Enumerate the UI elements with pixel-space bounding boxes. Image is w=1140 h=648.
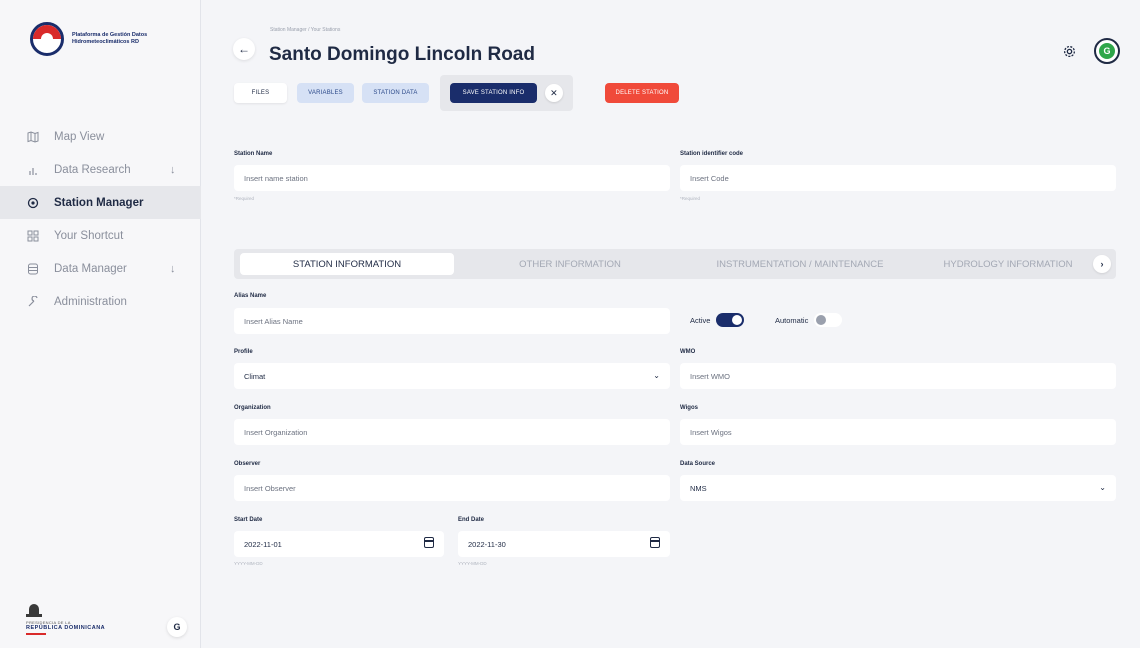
automatic-toggle[interactable] [814,313,843,327]
chevron-down-icon: ⌄ [653,371,660,380]
info-tabs: STATION INFORMATION OTHER INFORMATION IN… [234,249,1116,279]
back-arrow-icon[interactable]: ← [233,38,255,60]
data-source-select[interactable]: NMS ⌄ [680,475,1116,501]
observer-input[interactable]: Insert Observer [234,475,670,501]
theme-toggle-button[interactable]: G [167,617,187,637]
sidebar-item-label: Data Manager [54,262,127,275]
bar-chart-icon [27,164,39,176]
footer-title: REPÚBLICA DOMINICANA [26,625,106,631]
automatic-toggle-group: Automatic [775,313,843,327]
sidebar: Plataforma de Gestión Datos Hidrometeocl… [0,0,201,648]
profile-select[interactable]: Climat ⌄ [234,363,670,389]
avatar[interactable]: G [1094,38,1120,64]
wigos-input[interactable]: Insert Wigos [680,419,1116,445]
station-code-help: *Required [680,196,701,201]
tab-hydrology-information[interactable]: HYDROLOGY INFORMATION [928,253,1088,275]
database-icon [27,263,39,275]
platform-logo[interactable]: Plataforma de Gestión Datos Hidrometeocl… [30,22,172,56]
station-data-button[interactable]: STATION DATA [362,83,429,103]
sidebar-item-label: Map View [54,130,105,143]
station-code-label: Station identifier code [680,151,744,157]
station-name-label: Station Name [234,151,273,157]
files-button[interactable]: FILES [234,83,287,103]
organization-input[interactable]: Insert Organization [234,419,670,445]
start-date-help: YYYY-MM-DD [234,561,263,566]
profile-select-value: Climat [244,371,266,381]
start-date-label: Start Date [234,517,263,523]
gear-icon[interactable] [1061,43,1077,59]
start-date-input[interactable]: 2022-11-01 [234,531,444,557]
expand-arrow-icon[interactable]: ↓ [170,164,176,176]
chevron-down-icon: ⌄ [1099,483,1106,492]
wmo-input[interactable]: Insert WMO [680,363,1116,389]
end-date-value: 2022-11-30 [468,539,506,549]
sidebar-item-your-shortcut[interactable]: Your Shortcut [0,219,201,252]
calendar-icon[interactable] [650,537,660,548]
active-toggle[interactable] [716,313,745,327]
logo-text: Plataforma de Gestión Datos Hidrometeocl… [72,32,148,45]
wmo-label: WMO [680,349,696,355]
automatic-toggle-label: Automatic [775,315,809,325]
footer-divider [26,633,46,635]
logo-emblem-icon [30,22,64,56]
wrench-icon [27,295,39,308]
active-toggle-label: Active [690,315,711,325]
sidebar-item-map-view[interactable]: Map View [0,120,201,153]
sidebar-item-label: Administration [54,295,127,308]
tab-instrumentation-maintenance[interactable]: INSTRUMENTATION / MAINTENANCE [680,253,920,275]
alias-name-input[interactable]: Insert Alias Name [234,308,670,334]
alias-name-label: Alias Name [234,293,267,299]
location-pin-icon [27,197,39,209]
presidency-logo: PRESIDENCIA DE LA REPÚBLICA DOMINICANA [26,604,105,635]
close-icon[interactable]: ✕ [545,84,563,102]
grid-icon [27,230,39,242]
sidebar-nav: Map View Data Research ↓ Station Manager… [0,120,201,318]
avatar-initial: G [1099,43,1115,59]
delete-station-button[interactable]: DELETE STATION [605,83,679,103]
active-toggle-group: Active [690,313,745,327]
end-date-input[interactable]: 2022-11-30 [458,531,670,557]
wigos-label: Wigos [680,405,698,411]
sidebar-item-data-research[interactable]: Data Research ↓ [0,153,201,186]
page-title: Santo Domingo Lincoln Road [269,44,535,65]
sidebar-item-label: Data Research [54,163,131,176]
organization-label: Organization [234,405,271,411]
sidebar-item-administration[interactable]: Administration [0,285,201,318]
toggle-knob [816,315,827,325]
map-icon [27,130,39,143]
end-date-label: End Date [458,517,485,523]
sidebar-item-data-manager[interactable]: Data Manager ↓ [0,252,201,285]
end-date-help: YYYY-MM-DD [458,561,487,566]
sidebar-item-label: Station Manager [54,196,144,209]
save-station-info-button[interactable]: SAVE STATION INFO [450,83,537,103]
profile-label: Profile [234,349,253,355]
station-code-input[interactable]: Insert Code [680,165,1116,191]
tab-station-information[interactable]: STATION INFORMATION [240,253,454,275]
breadcrumb: Station Manager / Your Stations [270,27,341,33]
station-name-input[interactable]: Insert name station [234,165,670,191]
start-date-value: 2022-11-01 [244,539,282,549]
calendar-icon[interactable] [424,537,434,548]
chevron-right-icon[interactable]: › [1093,255,1111,273]
data-source-select-value: NMS [690,483,707,493]
expand-arrow-icon[interactable]: ↓ [170,263,176,275]
toggle-knob [732,315,743,325]
coat-of-arms-icon [26,604,42,618]
sidebar-item-label: Your Shortcut [54,229,124,242]
variables-button[interactable]: VARIABLES [297,83,354,103]
tab-other-information[interactable]: OTHER INFORMATION [470,253,670,275]
station-name-help: *Required [234,196,255,201]
sidebar-item-station-manager[interactable]: Station Manager [0,186,201,219]
observer-label: Observer [234,461,261,467]
data-source-label: Data Source [680,461,716,467]
